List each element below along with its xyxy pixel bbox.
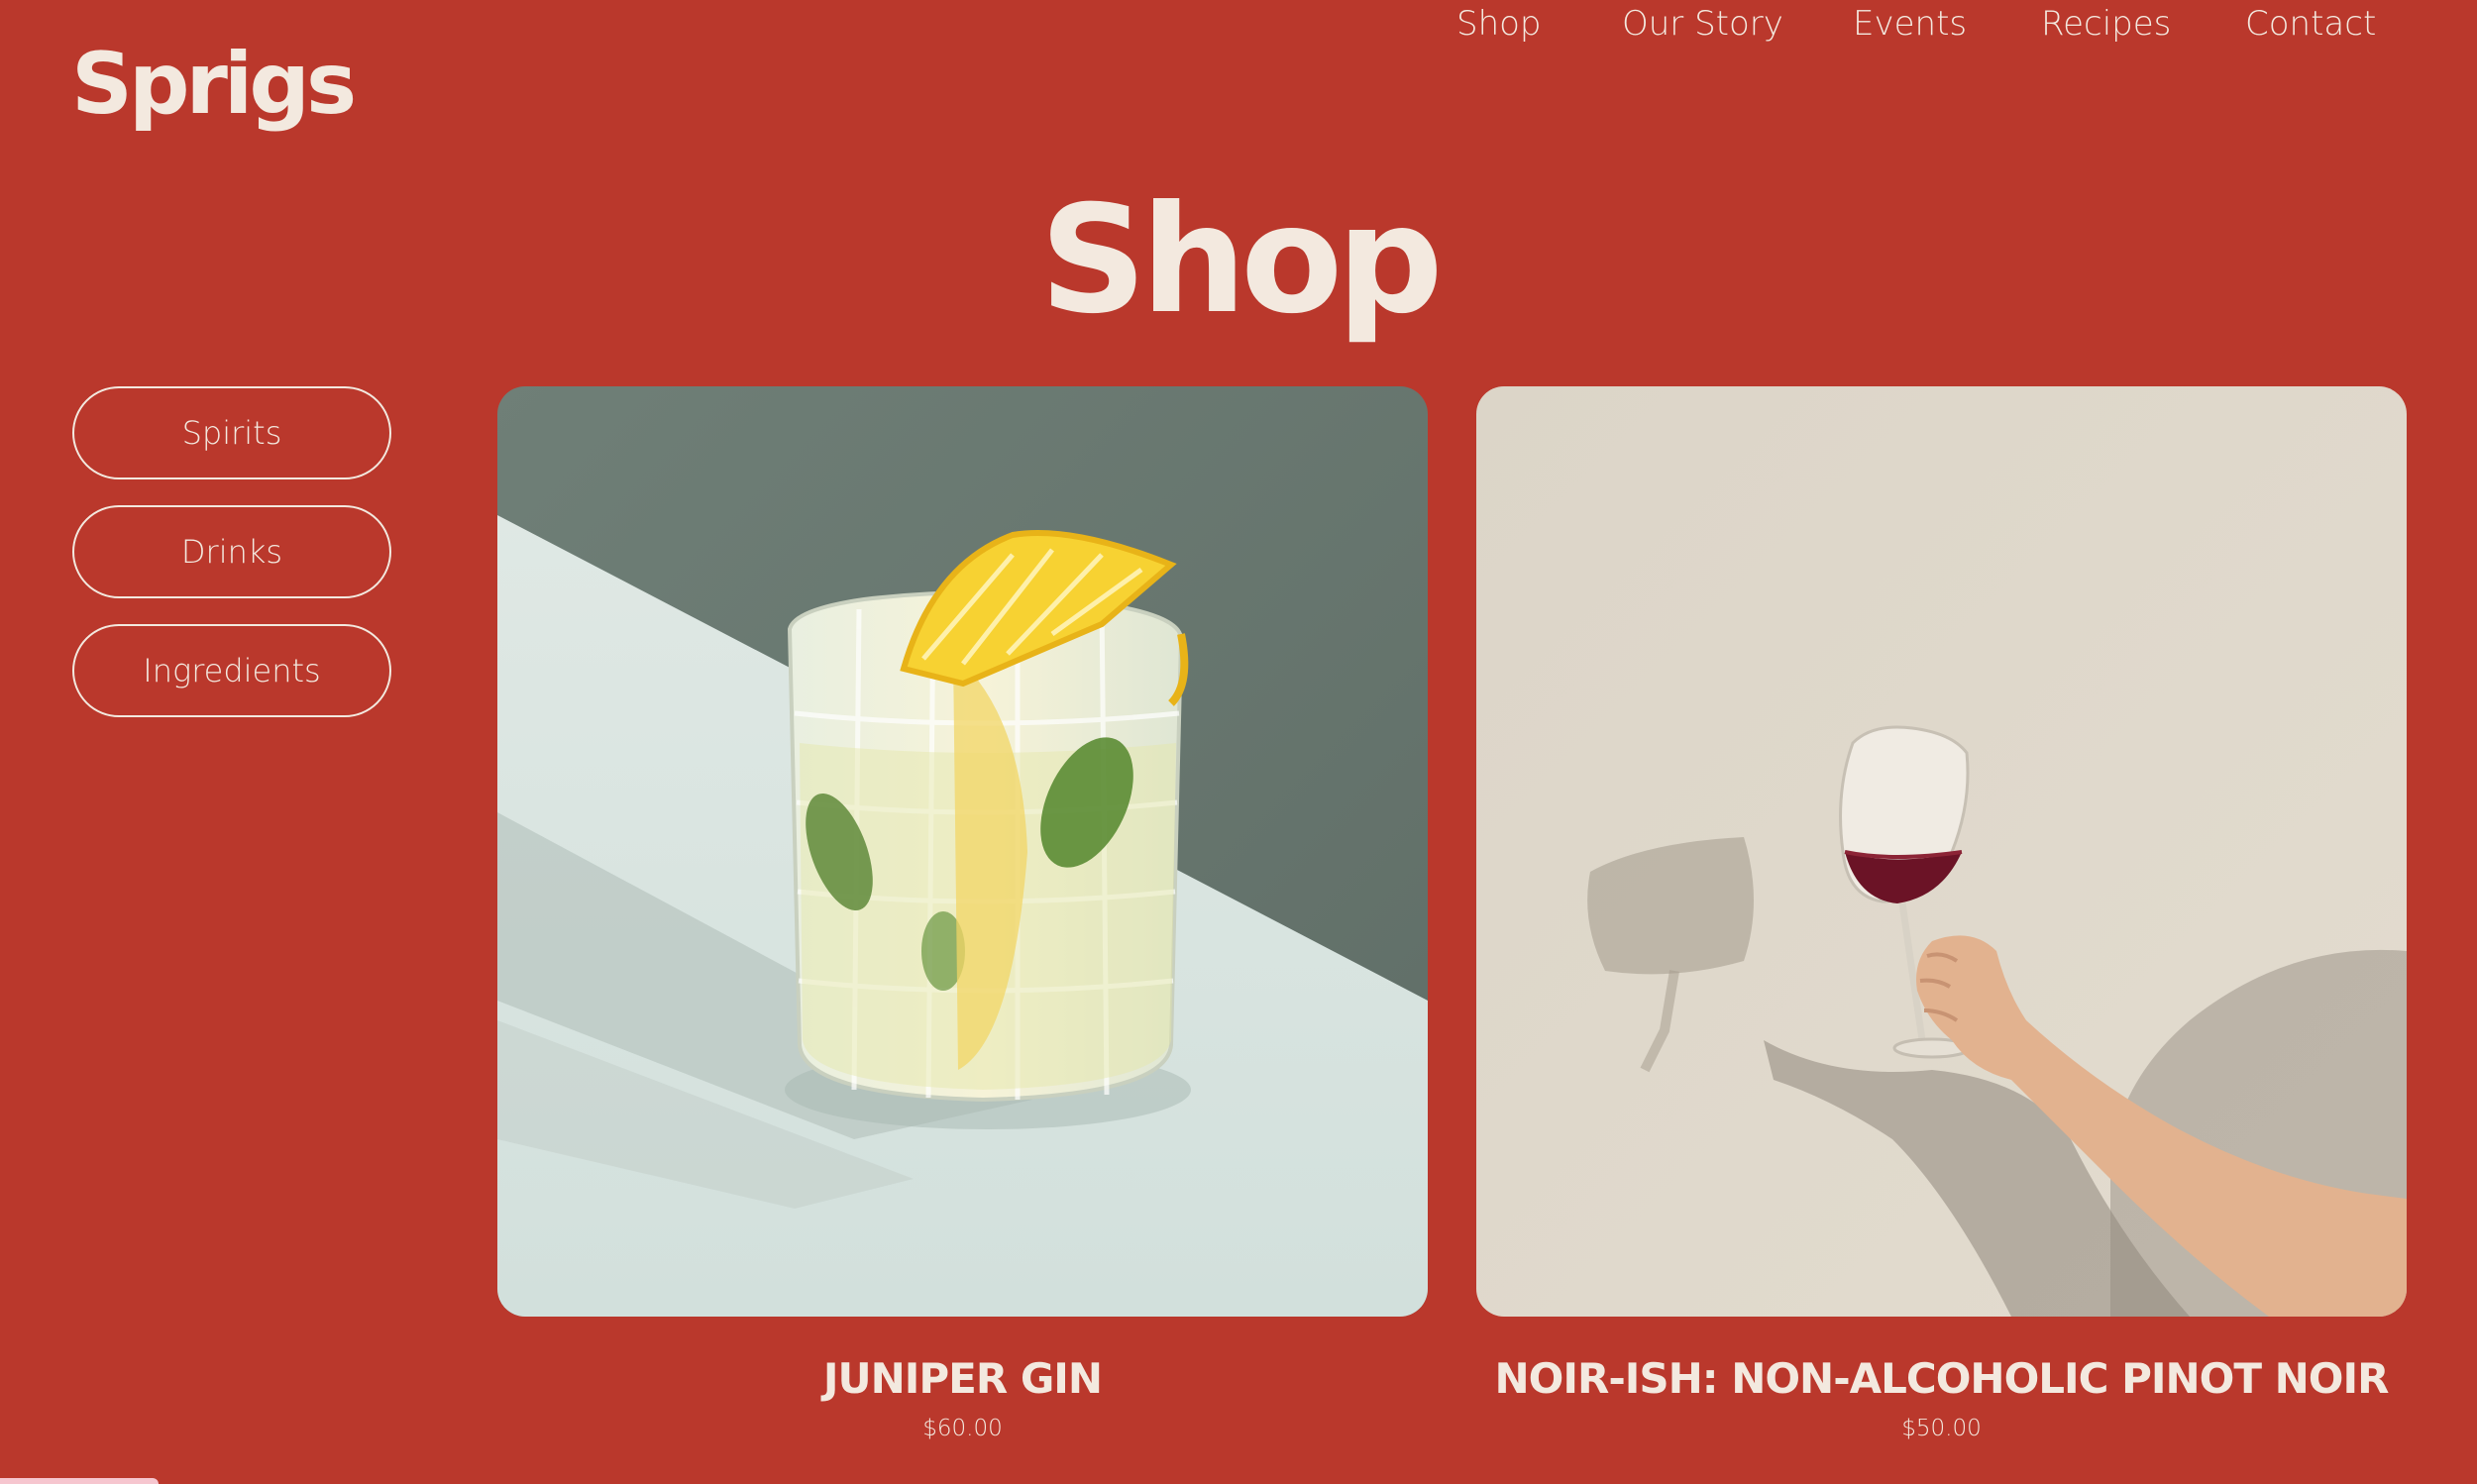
- nav-item-events[interactable]: Events: [1853, 0, 1967, 48]
- nav-item-shop[interactable]: Shop: [1456, 0, 1542, 48]
- brand-logo[interactable]: Sprigs: [71, 42, 357, 127]
- filter-button-ingredients[interactable]: Ingredients: [72, 624, 391, 717]
- product-card[interactable]: JUNIPER GIN $60.00: [497, 386, 1428, 1443]
- filter-label: Ingredients: [143, 652, 321, 689]
- filter-label: Drinks: [180, 533, 283, 571]
- filter-button-spirits[interactable]: Spirits: [72, 386, 391, 479]
- gin-glass-illustration: [497, 386, 1428, 1317]
- product-price: $60.00: [922, 1416, 1003, 1442]
- corner-tab[interactable]: [0, 1478, 159, 1484]
- product-image-pinot-noir[interactable]: [1476, 386, 2407, 1317]
- nav-item-contact[interactable]: Contact: [2245, 0, 2376, 48]
- filter-label: Spirits: [181, 414, 282, 452]
- nav-item-our-story[interactable]: Our Story: [1622, 0, 1783, 48]
- nav-item-recipes[interactable]: Recipes: [2041, 0, 2171, 48]
- page-title: Shop: [1039, 174, 1443, 347]
- product-name[interactable]: NOIR-ISH: NON-ALCOHOLIC PINOT NOIR: [1476, 1354, 2407, 1404]
- filter-button-drinks[interactable]: Drinks: [72, 505, 391, 598]
- wine-glass-illustration: [1476, 386, 2407, 1317]
- product-card[interactable]: NOIR-ISH: NON-ALCOHOLIC PINOT NOIR $50.0…: [1476, 386, 2407, 1443]
- product-price: $50.00: [1901, 1416, 1982, 1442]
- product-name[interactable]: JUNIPER GIN: [497, 1354, 1428, 1404]
- product-image-gin[interactable]: [497, 386, 1428, 1317]
